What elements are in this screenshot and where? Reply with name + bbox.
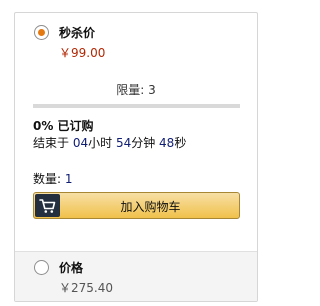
claimed-label: 0% 已订购 (33, 119, 94, 133)
add-to-cart-button[interactable]: 加入购物车 (33, 192, 240, 219)
limit-label: 限量: 3 (116, 83, 156, 97)
quantity-value[interactable]: 1 (65, 172, 73, 186)
deal-price: ￥99.00 (59, 46, 106, 60)
shopping-cart-icon (35, 194, 60, 217)
buy-box: 秒杀价 ￥99.00 限量: 3 0% 已订购 结束于 04小时 54分钟 48… (14, 12, 258, 302)
countdown-prefix: 结束于 (33, 136, 73, 150)
regular-price-value: ￥275.40 (59, 281, 113, 295)
countdown-minutes: 54 (115, 136, 132, 150)
quantity-label: 数量: (33, 172, 65, 186)
regular-price-title: 价格 (59, 261, 84, 275)
add-to-cart-label: 加入购物车 (120, 200, 181, 214)
deal-countdown: 结束于 04小时 54分钟 48秒 (33, 134, 186, 151)
countdown-seconds-unit: 秒 (174, 136, 187, 150)
deal-radio[interactable] (34, 25, 49, 40)
countdown-hours-unit: 小时 (88, 136, 116, 150)
deal-title: 秒杀价 (59, 26, 96, 40)
regular-price-radio[interactable] (34, 260, 49, 275)
countdown-seconds: 48 (159, 136, 175, 150)
countdown-minutes-unit: 分钟 (131, 136, 160, 150)
regular-price-section[interactable]: 价格 ￥275.40 (15, 251, 257, 301)
claimed-progress-bar (33, 104, 240, 108)
quantity-selector[interactable]: 数量: 1 (33, 170, 73, 187)
countdown-hours: 04 (72, 136, 89, 150)
